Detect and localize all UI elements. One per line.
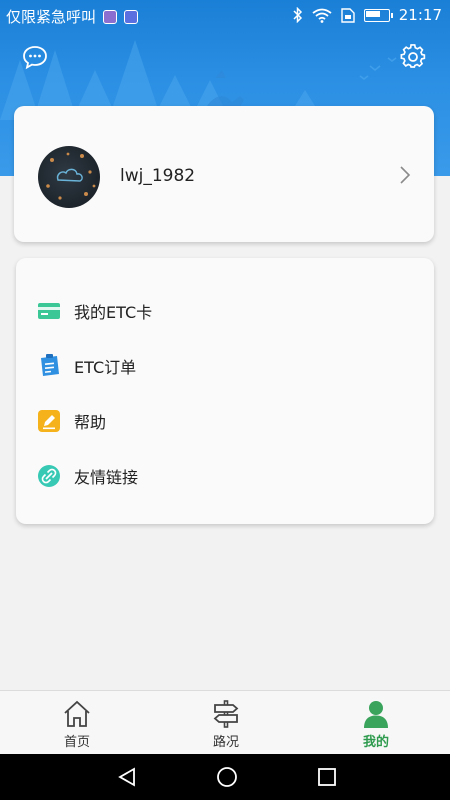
chat-bubble-icon[interactable] — [22, 44, 48, 70]
back-triangle-icon[interactable] — [116, 766, 138, 788]
bluetooth-icon — [293, 7, 302, 23]
avatar-image — [46, 152, 96, 200]
bottom-navigation: 首页 路况 我的 — [0, 690, 450, 755]
clipboard-icon — [38, 354, 60, 377]
battery-icon — [363, 8, 393, 22]
signpost-icon — [213, 700, 239, 728]
card-icon — [38, 300, 60, 322]
gear-icon[interactable] — [400, 44, 426, 70]
status-right: 21:17 — [293, 6, 442, 24]
status-bar: 仅限紧急呼叫 21:17 — [0, 0, 450, 32]
person-icon — [364, 701, 388, 728]
nav-label: 我的 — [362, 735, 389, 750]
menu-item-label: ETC订单 — [74, 358, 137, 377]
home-icon — [64, 700, 90, 727]
nav-label: 路况 — [212, 735, 239, 750]
system-navigation-bar — [0, 754, 450, 800]
home-circle-icon[interactable] — [216, 766, 238, 788]
menu-item-friendly-links[interactable]: 友情链接 — [38, 461, 418, 491]
menu-item-label: 我的ETC卡 — [74, 303, 153, 322]
menu-item-label: 友情链接 — [74, 468, 139, 487]
notification-photo-icon — [124, 9, 139, 24]
menu-card: 我的ETC卡 ETC订单 帮助 友情链接 — [16, 258, 434, 524]
menu-item-help[interactable]: 帮助 — [38, 406, 418, 436]
nav-item-mine[interactable]: 我的 — [336, 699, 416, 750]
link-icon — [38, 465, 60, 487]
chevron-right-icon[interactable] — [398, 164, 412, 186]
wifi-icon — [312, 8, 332, 23]
clock-time: 21:17 — [398, 6, 442, 24]
notification-app-icon — [103, 9, 118, 24]
user-profile-card[interactable]: lwj_1982 — [14, 106, 434, 242]
nav-item-home[interactable]: 首页 — [37, 699, 117, 750]
nav-item-road-conditions[interactable]: 路况 — [186, 699, 266, 750]
pencil-icon — [38, 410, 60, 432]
recents-square-icon[interactable] — [316, 766, 338, 788]
username: lwj_1982 — [120, 166, 196, 186]
menu-item-my-etc-card[interactable]: 我的ETC卡 — [38, 296, 418, 326]
menu-item-label: 帮助 — [74, 413, 107, 432]
avatar[interactable] — [38, 146, 100, 208]
status-left: 仅限紧急呼叫 — [6, 6, 139, 27]
nav-label: 首页 — [63, 735, 90, 750]
sim-card-icon — [341, 7, 355, 23]
menu-item-etc-orders[interactable]: ETC订单 — [38, 351, 418, 381]
carrier-text: 仅限紧急呼叫 — [6, 8, 97, 26]
